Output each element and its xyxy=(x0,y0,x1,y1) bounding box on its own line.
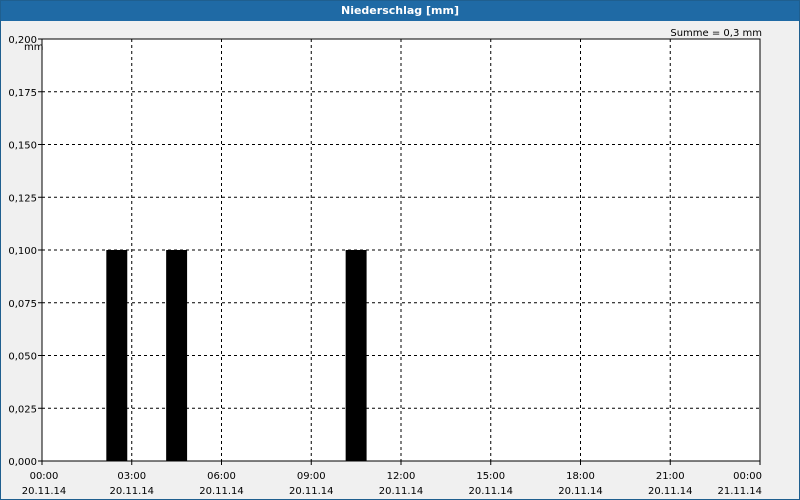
x-tick-time: 00:00 xyxy=(30,471,59,482)
x-tick-date: 21.11.14 xyxy=(717,486,762,497)
y-tick-label: 0,175 xyxy=(8,88,37,99)
x-tick-date: 20.11.14 xyxy=(648,486,693,497)
x-axis: 00:00 20.11.14 03:00 20.11.14 06:00 20.11.14 0… xyxy=(22,461,762,497)
x-tick-time: 21:00 xyxy=(656,471,685,482)
x-tick-time: 18:00 xyxy=(566,471,595,482)
x-tick-time: 15:00 xyxy=(476,471,505,482)
x-tick-time: 09:00 xyxy=(297,471,326,482)
x-tick-time: 12:00 xyxy=(387,471,416,482)
sum-annotation: Summe = 0,3 mm xyxy=(670,28,762,39)
x-tick-date: 20.11.14 xyxy=(558,486,603,497)
y-tick-label: 0,050 xyxy=(8,352,37,363)
x-tick-date: 20.11.14 xyxy=(468,486,513,497)
x-tick-date: 20.11.14 xyxy=(22,486,67,497)
y-axis: 0,000 0,025 0,050 0,075 0,100 0,125 0,150 0,175… xyxy=(8,35,42,468)
precipitation-bar xyxy=(345,250,367,461)
precipitation-bar xyxy=(166,250,188,461)
x-tick-time: 06:00 xyxy=(207,471,236,482)
precipitation-chart: 0,000 0,025 0,050 0,075 0,100 0,125 0,150 0,175… xyxy=(8,28,762,497)
x-tick-date: 20.11.14 xyxy=(109,486,154,497)
y-tick-label: 0,125 xyxy=(8,193,37,204)
y-tick-label: 0,100 xyxy=(8,246,37,257)
x-tick-time: 03:00 xyxy=(117,471,146,482)
y-tick-label: 0,150 xyxy=(8,141,37,152)
x-tick-date: 20.11.14 xyxy=(379,486,424,497)
x-tick-date: 20.11.14 xyxy=(199,486,244,497)
y-tick-label: 0,000 xyxy=(8,457,37,468)
x-tick-date: 20.11.14 xyxy=(289,486,334,497)
y-axis-label: mm xyxy=(24,42,43,53)
x-tick-time: 00:00 xyxy=(733,471,762,482)
y-tick-label: 0,075 xyxy=(8,299,37,310)
precipitation-bar xyxy=(106,250,128,461)
y-tick-label: 0,025 xyxy=(8,404,37,415)
